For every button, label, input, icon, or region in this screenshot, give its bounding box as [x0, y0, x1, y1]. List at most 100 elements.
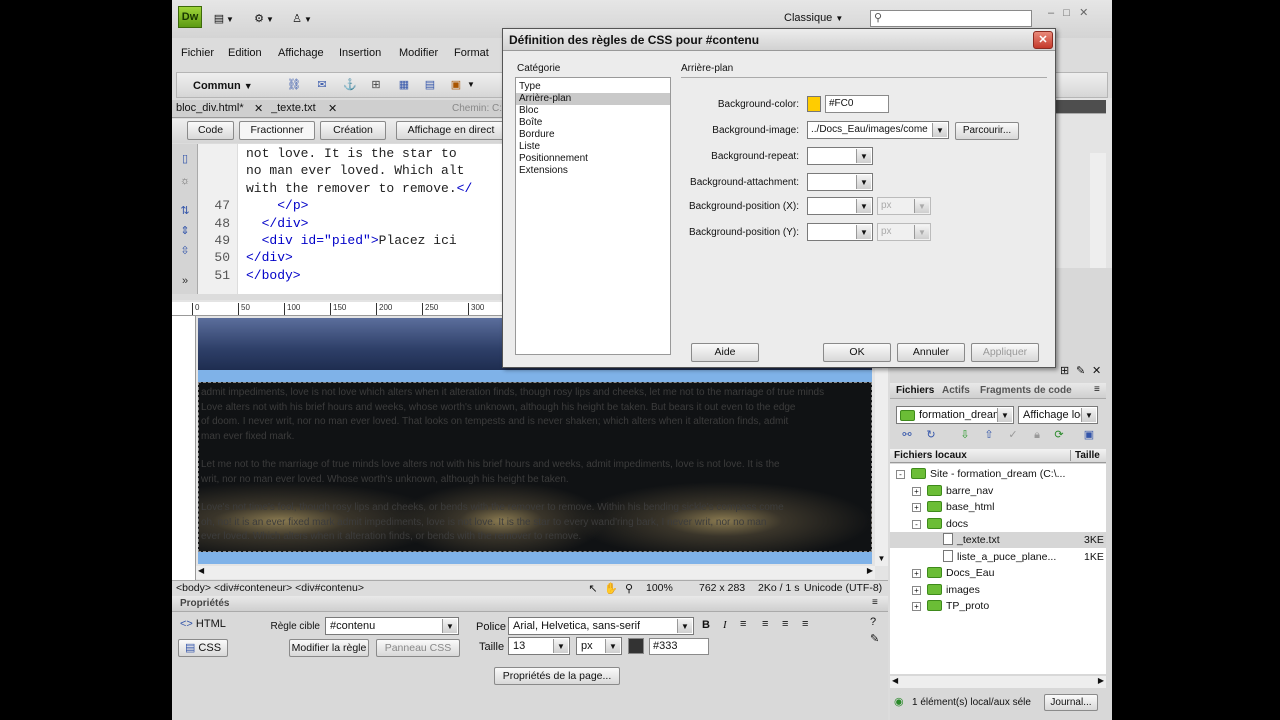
menu-affichage[interactable]: Affichage [278, 47, 324, 59]
menu-fichier[interactable]: Fichier [181, 47, 214, 59]
check-out-icon[interactable]: ✓ [1006, 428, 1020, 442]
bg-color-swatch[interactable] [807, 96, 821, 112]
category-list[interactable]: Type Arrière-plan Bloc Boîte Bordure Liste Pos… [515, 77, 671, 355]
synchronize-icon[interactable]: ⟳ [1052, 428, 1066, 442]
delete-rule-icon[interactable]: ✕ [1092, 364, 1101, 377]
insert-category-dropdown[interactable]: Commun ▼ [193, 80, 253, 92]
category-item[interactable]: Liste [516, 141, 670, 153]
size-select[interactable]: 13 ▼ [508, 637, 570, 655]
close-icon[interactable]: ✕ [1079, 7, 1088, 19]
collapse-selection-icon[interactable]: ⇕ [178, 224, 192, 238]
bg-attachment-select[interactable]: ▼ [807, 173, 873, 191]
site-select[interactable]: formation_dream ▼ [896, 406, 1014, 424]
tab-fragments[interactable]: Fragments de code [980, 385, 1072, 396]
css-mode-button[interactable]: ▤ CSS [178, 639, 228, 657]
hyperlink-icon[interactable]: ⛓ [287, 78, 301, 92]
minimize-icon[interactable]: – [1048, 7, 1054, 19]
folder-row[interactable]: - docs [890, 516, 1106, 532]
expand-icon[interactable]: + [912, 602, 921, 611]
size-column[interactable]: Taille [1070, 450, 1100, 461]
tab-actifs[interactable]: Actifs [942, 385, 970, 396]
folder-row[interactable]: + base_html [890, 499, 1106, 515]
extend-gear-icon[interactable]: ⚙ ▼ [252, 12, 278, 26]
menu-edition[interactable]: Edition [228, 47, 262, 59]
menu-format[interactable]: Format [454, 47, 489, 59]
align-left-icon[interactable]: ≡ [740, 618, 746, 630]
quick-tag-icon[interactable]: ✎ [870, 632, 879, 645]
category-item[interactable]: Type [516, 81, 670, 93]
panel-options-icon[interactable]: ≡ [1094, 384, 1100, 395]
tag-selector[interactable]: <body> <div#conteneur> <div#contenu> [176, 582, 364, 594]
pointer-tool-icon[interactable]: ↖ [586, 582, 600, 596]
collapse-icon[interactable]: - [896, 470, 905, 479]
collapse-tag-icon[interactable]: ⇅ [178, 204, 192, 218]
cancel-button[interactable]: Annuler [897, 343, 965, 362]
live-view-button[interactable]: Affichage en direct [396, 121, 506, 140]
expand-all-icon[interactable]: ⇳ [178, 244, 192, 258]
apply-button[interactable]: Appliquer [971, 343, 1039, 362]
expand-icon[interactable]: + [912, 486, 921, 496]
design-view-button[interactable]: Création [320, 121, 386, 140]
dialog-close-icon[interactable]: ✕ [1033, 31, 1053, 49]
table-icon[interactable]: ⊞ [369, 78, 383, 92]
expand-icon[interactable]: + [912, 569, 921, 578]
align-right-icon[interactable]: ≡ [782, 618, 788, 630]
html-mode-button[interactable]: <> HTML [180, 618, 226, 630]
css-panel-scrollbar[interactable] [1090, 153, 1106, 268]
text-color-swatch[interactable] [628, 638, 644, 654]
check-in-icon[interactable]: 🔒︎ [1030, 428, 1044, 442]
hand-tool-icon[interactable]: ✋ [604, 582, 618, 596]
workspace-switcher[interactable]: Classique ▼ [784, 12, 864, 24]
insert-div-icon[interactable]: ▦ [397, 78, 411, 92]
file-row[interactable]: liste_a_puce_plane... 1KE [890, 549, 1106, 565]
bg-position-y-unit[interactable]: px ▼ [877, 223, 931, 241]
email-link-icon[interactable]: ✉ [315, 78, 329, 92]
design-horizontal-scrollbar[interactable]: ◀ ▶ [196, 566, 875, 579]
zoom-select[interactable]: 100% [646, 582, 673, 594]
tab-texte[interactable]: _texte.txt [271, 102, 335, 114]
folder-row[interactable]: + barre_nav [890, 483, 1106, 499]
italic-icon[interactable]: I [723, 619, 727, 631]
highlight-icon[interactable]: ☼ [178, 174, 192, 188]
browse-button[interactable]: Parcourir... [955, 122, 1019, 140]
view-select[interactable]: Affichage loc ▼ [1018, 406, 1098, 424]
menu-insertion[interactable]: Insertion [339, 47, 381, 59]
zoom-tool-icon[interactable]: ⚲ [622, 582, 636, 596]
image-icon[interactable]: ▣ [449, 78, 463, 92]
more-tools-icon[interactable]: » [178, 274, 192, 288]
tab-fichiers[interactable]: Fichiers [896, 385, 934, 396]
folder-row[interactable]: + images [890, 582, 1106, 598]
unit-select[interactable]: px ▼ [576, 637, 622, 655]
open-documents-icon[interactable]: ▯ [178, 152, 192, 166]
tab-bloc-div[interactable]: bloc_div.html* [176, 102, 260, 114]
target-rule-select[interactable]: #contenu ▼ [325, 617, 459, 635]
align-center-icon[interactable]: ≡ [762, 618, 768, 630]
files-horizontal-scrollbar[interactable]: ◀ ▶ [890, 676, 1106, 688]
code-view-button[interactable]: Code [187, 121, 234, 140]
help-icon[interactable]: ? [870, 616, 876, 628]
category-item[interactable]: Bordure [516, 129, 670, 141]
anchor-icon[interactable]: ⚓ [343, 78, 357, 92]
new-rule-icon[interactable]: ⊞ [1060, 364, 1069, 377]
bold-icon[interactable]: B [702, 619, 710, 631]
file-row[interactable]: _texte.txt 3KE [890, 532, 1106, 548]
edit-rule-button[interactable]: Modifier la règle [289, 639, 369, 657]
category-item[interactable]: Bloc [516, 105, 670, 117]
content-div[interactable]: admit impediments, love is not love whic… [198, 382, 872, 552]
expand-panel-icon[interactable]: ▣ [1082, 428, 1096, 442]
help-button[interactable]: Aide [691, 343, 759, 362]
font-select[interactable]: Arial, Helvetica, sans-serif ▼ [508, 617, 694, 635]
bg-image-select[interactable]: ../Docs_Eau/images/come ▼ [807, 121, 949, 139]
site-menu-icon[interactable]: ♙ ▼ [290, 12, 316, 26]
folder-row[interactable]: + TP_proto [890, 598, 1106, 614]
expand-icon[interactable]: + [912, 585, 921, 595]
put-files-icon[interactable]: ⇧ [982, 428, 996, 442]
help-search-input[interactable]: ⚲ [870, 10, 1032, 27]
refresh-icon[interactable]: ↻ [924, 428, 938, 442]
log-button[interactable]: Journal... [1044, 694, 1098, 711]
category-item[interactable]: Arrière-plan [516, 93, 670, 105]
align-justify-icon[interactable]: ≡ [802, 618, 808, 630]
category-item[interactable]: Positionnement [516, 153, 670, 165]
ok-button[interactable]: OK [823, 343, 891, 362]
local-files-column[interactable]: Fichiers locaux [894, 450, 967, 461]
